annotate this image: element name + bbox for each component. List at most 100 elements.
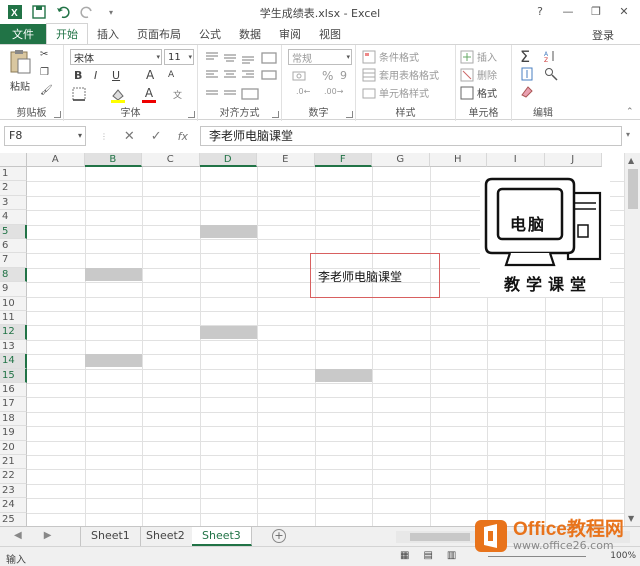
sort-filter-icon[interactable]: AZ <box>544 49 558 63</box>
next-sheet-icon[interactable]: ▶ <box>44 530 52 541</box>
vertical-scrollbar[interactable]: ▲ ▼ <box>624 153 640 526</box>
restore-button[interactable]: ❐ <box>584 2 608 20</box>
fill-color-icon[interactable] <box>110 87 126 103</box>
tab-view[interactable]: 视图 <box>310 24 350 44</box>
row-header-1[interactable]: 1 <box>0 167 27 182</box>
column-header-c[interactable]: C <box>142 153 200 167</box>
prev-sheet-icon[interactable]: ◀ <box>14 530 22 541</box>
insert-function-icon[interactable]: fx <box>178 130 188 143</box>
find-select-icon[interactable] <box>544 67 558 81</box>
copy-icon[interactable]: ❐ <box>40 67 49 78</box>
page-break-view-icon[interactable]: ▥ <box>447 550 456 561</box>
vertical-scroll-thumb[interactable] <box>628 169 638 209</box>
cell-styles-button[interactable]: 单元格样式 <box>362 85 429 100</box>
row-header-8[interactable]: 8 <box>0 267 27 283</box>
row-header-22[interactable]: 22 <box>0 469 27 484</box>
row-header-13[interactable]: 13 <box>0 339 27 355</box>
redo-icon[interactable] <box>78 3 96 21</box>
clipboard-launcher-icon[interactable] <box>54 111 61 118</box>
filled-cell-d12[interactable] <box>200 326 257 339</box>
format-cells-button[interactable]: 格式 <box>460 85 497 100</box>
column-header-a[interactable]: A <box>27 153 85 167</box>
italic-button[interactable]: I <box>94 69 97 82</box>
font-size-select[interactable]: 11 ▾ <box>164 49 194 65</box>
number-launcher-icon[interactable] <box>346 111 353 118</box>
row-header-2[interactable]: 2 <box>0 181 27 196</box>
row-header-25[interactable]: 25 <box>0 512 27 526</box>
column-header-b[interactable]: B <box>84 153 142 167</box>
formula-input[interactable]: 李老师电脑课堂 <box>200 126 622 146</box>
row-header-21[interactable]: 21 <box>0 455 27 470</box>
column-header-e[interactable]: E <box>257 153 315 167</box>
column-header-i[interactable]: I <box>487 153 545 167</box>
shrink-font-button[interactable]: A <box>168 70 174 80</box>
sign-in-link[interactable]: 登录 <box>592 27 614 43</box>
row-header-3[interactable]: 3 <box>0 195 27 211</box>
row-header-11[interactable]: 11 <box>0 311 27 326</box>
row-header-14[interactable]: 14 <box>0 354 27 369</box>
tab-data[interactable]: 数据 <box>230 24 270 44</box>
alignment-launcher-icon[interactable] <box>272 111 279 118</box>
enter-icon[interactable]: ✓ <box>151 129 162 144</box>
clear-icon[interactable] <box>520 85 534 99</box>
row-header-9[interactable]: 9 <box>0 282 27 297</box>
sheet-tab-2[interactable]: Sheet2 <box>136 527 196 546</box>
column-header-g[interactable]: G <box>372 153 430 167</box>
fill-icon[interactable] <box>520 67 534 81</box>
normal-view-icon[interactable]: ▦ <box>400 550 409 561</box>
increase-decimal-icon[interactable]: .0← <box>296 87 310 96</box>
phonetic-icon[interactable]: 文 <box>172 87 186 101</box>
cancel-icon[interactable]: ✕ <box>124 129 135 144</box>
scroll-up-icon[interactable]: ▲ <box>628 156 634 165</box>
font-launcher-icon[interactable] <box>188 111 195 118</box>
column-header-j[interactable]: J <box>544 153 602 167</box>
undo-icon[interactable] <box>54 3 72 21</box>
conditional-formatting-button[interactable]: 条件格式 <box>362 49 419 64</box>
font-name-select[interactable]: 宋体 ▾ <box>70 49 162 65</box>
borders-icon[interactable] <box>72 87 86 101</box>
tab-file[interactable]: 文件 <box>0 24 46 44</box>
sheet-tab-1[interactable]: Sheet1 <box>80 527 141 546</box>
currency-icon[interactable] <box>292 69 308 83</box>
bold-button[interactable]: B <box>74 69 82 82</box>
row-header-23[interactable]: 23 <box>0 483 27 499</box>
tab-page-layout[interactable]: 页面布局 <box>128 24 190 44</box>
comma-button[interactable]: 9 <box>340 69 347 82</box>
row-header-17[interactable]: 17 <box>0 397 27 412</box>
format-as-table-button[interactable]: 套用表格格式 <box>362 67 439 82</box>
column-header-f[interactable]: F <box>314 153 372 167</box>
row-header-16[interactable]: 16 <box>0 383 27 398</box>
filled-cell-b8[interactable] <box>85 268 142 281</box>
row-header-7[interactable]: 7 <box>0 253 27 268</box>
column-header-d[interactable]: D <box>199 153 257 167</box>
row-header-20[interactable]: 20 <box>0 440 27 455</box>
help-button[interactable]: ? <box>528 2 552 20</box>
worksheet-grid[interactable]: ABCDEFGHIJ 1 2 3 4 5 6 7 8 9 10 11 12 13 14 15 16 17 18 19… <box>0 153 624 526</box>
filled-cell-f15[interactable] <box>315 369 372 382</box>
page-layout-view-icon[interactable]: ▤ <box>423 550 432 561</box>
sheet-tab-3[interactable]: Sheet3 <box>192 527 252 546</box>
autosum-button[interactable]: Σ <box>520 47 530 66</box>
row-header-4[interactable]: 4 <box>0 210 27 225</box>
filled-cell-d5[interactable] <box>200 225 257 238</box>
decrease-decimal-icon[interactable]: .00→ <box>324 87 343 96</box>
paste-button[interactable]: 粘贴 <box>8 49 32 93</box>
row-header-15[interactable]: 15 <box>0 368 27 383</box>
tab-insert[interactable]: 插入 <box>88 24 128 44</box>
collapse-ribbon-icon[interactable]: ⌃ <box>626 107 634 117</box>
tab-review[interactable]: 审阅 <box>270 24 310 44</box>
percent-button[interactable]: % <box>322 69 333 83</box>
name-box[interactable]: F8 ▾ <box>4 126 86 146</box>
underline-button[interactable]: U <box>112 69 120 82</box>
format-painter-icon[interactable]: 🖌 <box>40 85 53 96</box>
row-header-24[interactable]: 24 <box>0 498 27 513</box>
save-icon[interactable] <box>30 3 48 21</box>
column-header-h[interactable]: H <box>429 153 487 167</box>
minimize-button[interactable]: — <box>556 2 580 20</box>
horizontal-scroll-thumb[interactable] <box>410 533 470 541</box>
row-header-6[interactable]: 6 <box>0 239 27 254</box>
row-header-19[interactable]: 19 <box>0 426 27 441</box>
row-header-10[interactable]: 10 <box>0 296 27 311</box>
number-format-select[interactable]: 常规 ▾ <box>288 49 352 65</box>
delete-cells-button[interactable]: 删除 <box>460 67 497 82</box>
